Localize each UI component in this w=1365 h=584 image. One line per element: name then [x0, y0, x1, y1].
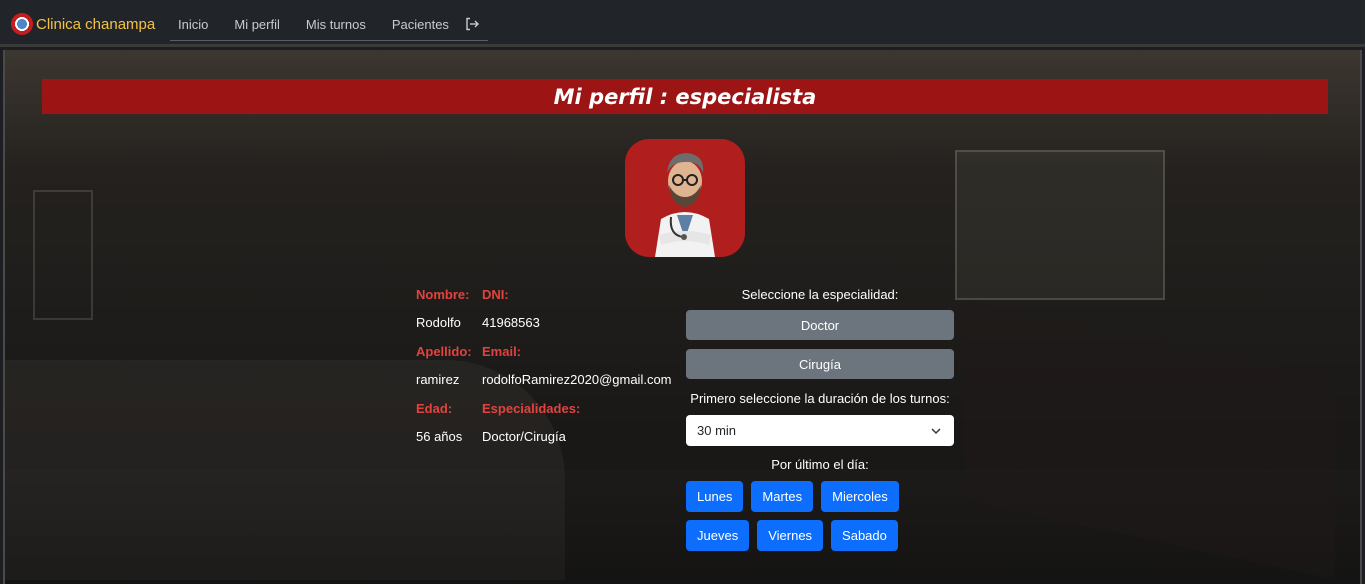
profile-main: Mi perfil : especialista Nombre: DNI: Ro…: [3, 50, 1362, 584]
especialidad-button-doctor[interactable]: Doctor: [686, 310, 954, 340]
navbar: Clinica chanampa Inicio Mi perfil Mis tu…: [0, 0, 1365, 47]
day-button-lunes[interactable]: Lunes: [686, 481, 744, 512]
value-email: rodolfoRamirez2020@gmail.com: [482, 372, 672, 387]
avatar: [625, 139, 745, 257]
label-apellido: Apellido:: [416, 344, 472, 359]
page-title: Mi perfil : especialista: [553, 84, 817, 109]
nav-link-pacientes[interactable]: Pacientes: [379, 9, 462, 40]
label-especialidades: Especialidades:: [482, 401, 581, 416]
label-nombre: Nombre:: [416, 287, 470, 302]
day-button-sabado[interactable]: Sabado: [831, 520, 898, 551]
especialidad-button-cirugia[interactable]: Cirugía: [686, 349, 954, 379]
day-button-viernes[interactable]: Viernes: [757, 520, 824, 551]
nav-link-mis-turnos[interactable]: Mis turnos: [293, 9, 379, 40]
value-edad: 56 años: [416, 429, 463, 444]
duracion-select[interactable]: 30 min: [686, 415, 954, 446]
value-especialidades: Doctor/Cirugía: [482, 429, 566, 444]
background-window: [955, 150, 1165, 300]
day-buttons: Lunes Martes Miercoles Jueves Viernes Sa…: [686, 481, 954, 551]
label-edad: Edad:: [416, 401, 453, 416]
logout-icon[interactable]: [464, 16, 480, 32]
day-button-martes[interactable]: Martes: [751, 481, 814, 512]
duracion-select-value: 30 min: [697, 423, 737, 438]
schedule-panel: Seleccione la especialidad: Doctor Cirug…: [686, 287, 954, 551]
brand-link[interactable]: Clinica chanampa: [11, 12, 155, 36]
especialidad-label: Seleccione la especialidad:: [741, 287, 899, 302]
chevron-down-icon: [931, 427, 941, 434]
label-email: Email:: [482, 344, 522, 359]
value-nombre: Rodolfo: [416, 315, 461, 330]
nav-link-inicio[interactable]: Inicio: [170, 9, 221, 40]
nav-links: Inicio Mi perfil Mis turnos Pacientes: [170, 8, 488, 41]
value-apellido: ramirez: [416, 372, 460, 387]
label-dni: DNI:: [482, 287, 509, 302]
brand-name: Clinica chanampa: [36, 15, 156, 33]
page-title-bar: Mi perfil : especialista: [42, 79, 1328, 114]
doctor-avatar-icon: [655, 153, 715, 257]
day-button-miercoles[interactable]: Miercoles: [821, 481, 899, 512]
day-button-jueves[interactable]: Jueves: [686, 520, 750, 551]
clinic-logo-icon: [11, 13, 33, 35]
nav-link-mi-perfil[interactable]: Mi perfil: [221, 9, 293, 40]
value-dni: 41968563: [482, 315, 540, 330]
duracion-label: Primero seleccione la duración de los tu…: [690, 391, 950, 406]
background-door: [33, 190, 93, 320]
dia-label: Por último el día:: [771, 457, 869, 472]
